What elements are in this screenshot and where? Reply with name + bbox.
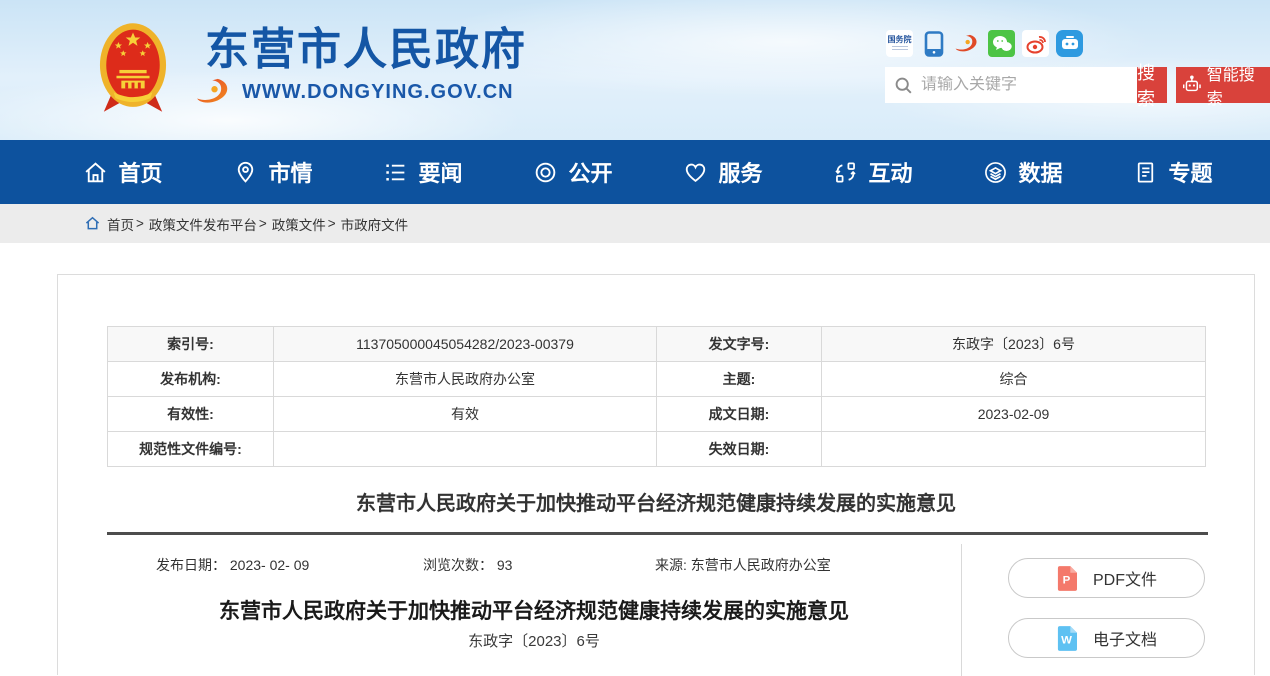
document-number: 东政字〔2023〕6号: [107, 630, 961, 651]
table-row: 有效性: 有效 成文日期: 2023-02-09: [108, 397, 1206, 432]
meta-label: 成文日期:: [657, 397, 822, 432]
breadcrumb-item-home[interactable]: 首页: [107, 214, 134, 234]
meta-label: 索引号:: [108, 327, 274, 362]
table-row: 索引号: 113705000045054282/2023-00379 发文字号:…: [108, 327, 1206, 362]
quick-links: 国务院: [886, 30, 1083, 57]
search-button[interactable]: 搜索: [1137, 67, 1167, 103]
meta-label: 发文字号:: [657, 327, 822, 362]
breadcrumb-separator: >: [259, 216, 267, 231]
meta-value: 113705000045054282/2023-00379: [274, 327, 657, 362]
wechat-icon[interactable]: [988, 30, 1015, 57]
document-title: 东营市人民政府关于加快推动平台经济规范健康持续发展的实施意见: [107, 595, 961, 625]
document-icon: [1133, 160, 1158, 185]
list-icon: [383, 160, 408, 185]
content-card: 索引号: 113705000045054282/2023-00379 发文字号:…: [57, 274, 1255, 675]
site-title: 东营市人民政府: [205, 26, 527, 74]
nav-item-special-topics[interactable]: 专题: [1098, 140, 1248, 204]
site-header: 东营市人民政府 WWW.DONGYING.GOV.CN 国务院: [0, 0, 1270, 140]
breadcrumb-item-municipal-docs[interactable]: 市政府文件: [341, 214, 409, 234]
breadcrumb-separator: >: [136, 216, 144, 231]
view-count: 浏览次数： 93: [423, 555, 512, 575]
meta-value: 东营市人民政府办公室: [274, 362, 657, 397]
national-emblem-logo: [98, 20, 168, 116]
main-nav: 首页 市情 要闻: [0, 140, 1270, 204]
column-divider: [961, 544, 962, 676]
meta-value: [822, 432, 1206, 467]
nav-item-data[interactable]: 数据: [948, 140, 1098, 204]
dongying-logo-icon[interactable]: [954, 30, 981, 57]
pdf-file-button[interactable]: P PDF文件: [1008, 558, 1205, 598]
nav-item-city-profile[interactable]: 市情: [198, 140, 348, 204]
document-meta-table: 索引号: 113705000045054282/2023-00379 发文字号:…: [107, 326, 1206, 467]
nav-item-interaction[interactable]: 互动: [798, 140, 948, 204]
smart-search-button[interactable]: 智能搜索: [1176, 67, 1270, 103]
meta-value: 2023-02-09: [822, 397, 1206, 432]
eye-circle-icon: [533, 160, 558, 185]
meta-value: 有效: [274, 397, 657, 432]
nav-item-news[interactable]: 要闻: [348, 140, 498, 204]
state-council-app-icon[interactable]: 国务院: [886, 30, 913, 57]
word-file-icon: W: [1056, 626, 1077, 651]
nav-item-disclosure[interactable]: 公开: [498, 140, 648, 204]
breadcrumb-item-policy-docs[interactable]: 政策文件: [272, 214, 326, 234]
search-bar: [885, 67, 1137, 103]
meta-value: 东政字〔2023〕6号: [822, 327, 1206, 362]
exchange-arrows-icon: [833, 160, 858, 185]
home-icon: [85, 216, 100, 231]
article-meta-row: 发布日期： 2023- 02- 09 浏览次数： 93 来源: 东营市人民政府办…: [58, 555, 961, 575]
title-divider: [107, 532, 1208, 535]
meta-label: 失效日期:: [657, 432, 822, 467]
meta-label: 规范性文件编号:: [108, 432, 274, 467]
map-pin-icon: [233, 160, 258, 185]
svg-text:P: P: [1063, 574, 1071, 586]
meta-value: [274, 432, 657, 467]
nav-item-home[interactable]: 首页: [48, 140, 198, 204]
source: 来源: 东营市人民政府办公室: [655, 555, 831, 575]
breadcrumb: 首页 > 政策文件发布平台 > 政策文件 > 市政府文件: [0, 204, 1270, 243]
heart-icon: [683, 160, 708, 185]
pdf-file-icon: P: [1056, 566, 1077, 591]
breadcrumb-separator: >: [328, 216, 336, 231]
search-icon: [894, 76, 913, 95]
weibo-icon[interactable]: [1022, 30, 1049, 57]
robot-icon: [1181, 74, 1203, 96]
logo-swoosh-icon: [196, 78, 234, 106]
table-row: 规范性文件编号: 失效日期:: [108, 432, 1206, 467]
search-input[interactable]: [921, 76, 1128, 94]
breadcrumb-item-platform[interactable]: 政策文件发布平台: [149, 214, 257, 234]
meta-label: 发布机构:: [108, 362, 274, 397]
meta-value: 综合: [822, 362, 1206, 397]
publish-date: 发布日期： 2023- 02- 09: [156, 555, 309, 575]
table-row: 发布机构: 东营市人民政府办公室 主题: 综合: [108, 362, 1206, 397]
meta-label: 有效性:: [108, 397, 274, 432]
mobile-version-icon[interactable]: [920, 30, 947, 57]
svg-text:W: W: [1061, 634, 1072, 646]
data-layers-icon: [983, 160, 1008, 185]
site-url: WWW.DONGYING.GOV.CN: [242, 81, 514, 104]
home-icon: [83, 160, 108, 185]
meta-label: 主题:: [657, 362, 822, 397]
nav-item-services[interactable]: 服务: [648, 140, 798, 204]
mobile-client-app-icon[interactable]: [1056, 30, 1083, 57]
word-doc-button[interactable]: W 电子文档: [1008, 618, 1205, 658]
page-title: 东营市人民政府关于加快推动平台经济规范健康持续发展的实施意见: [107, 487, 1205, 516]
